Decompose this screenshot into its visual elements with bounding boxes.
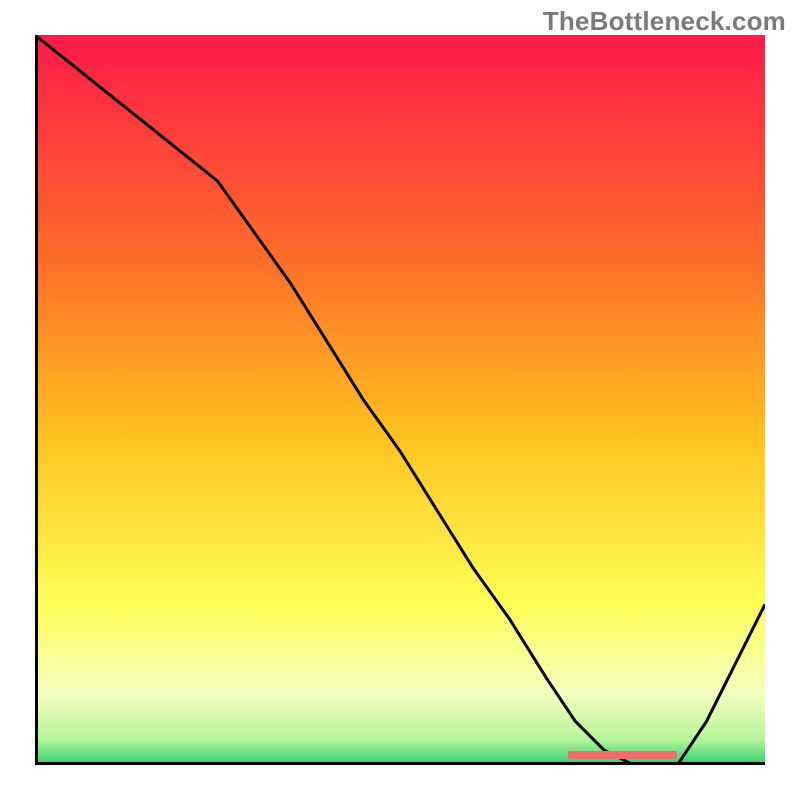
plot-svg [35, 35, 765, 765]
chart-container: TheBottleneck.com [0, 0, 800, 800]
watermark-text: TheBottleneck.com [543, 6, 786, 37]
gradient-background [35, 35, 765, 765]
plot-area [35, 35, 765, 765]
optimal-range-marker [568, 751, 678, 759]
